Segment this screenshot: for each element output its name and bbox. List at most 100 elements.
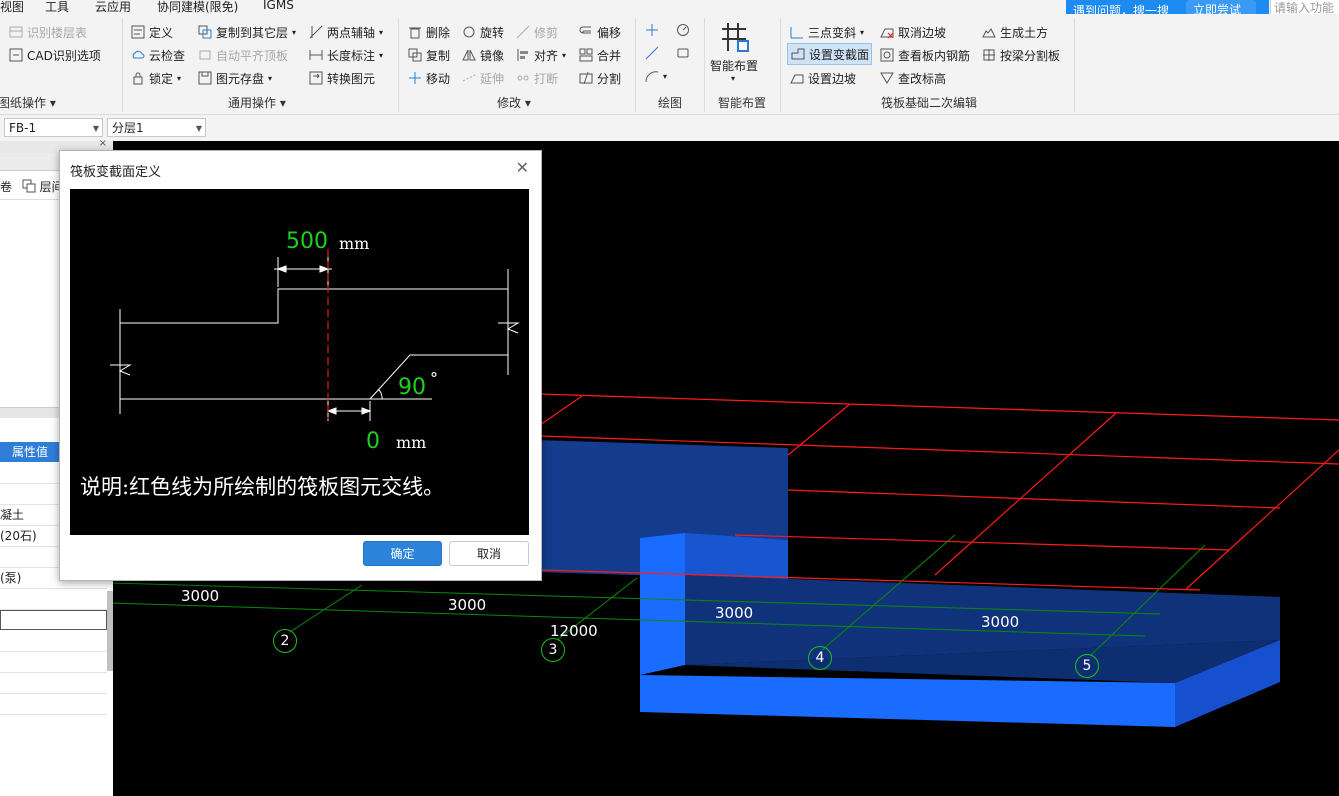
axis-marker: 4: [808, 646, 832, 670]
two-point-axis-button[interactable]: 两点辅轴 ▾: [308, 22, 383, 42]
copy-icon: [407, 47, 423, 63]
convert-element-label: 转换图元: [327, 71, 376, 86]
sublayer-select[interactable]: 分层1 ▼: [107, 118, 206, 137]
copy-to-layer-button[interactable]: 复制到其它层 ▾: [197, 22, 296, 42]
close-icon[interactable]: ×: [99, 138, 107, 149]
split-button[interactable]: 分割: [578, 68, 621, 88]
save-element-button[interactable]: 图元存盘 ▾: [197, 68, 272, 88]
cad-options-button[interactable]: CAD识别选项: [8, 45, 101, 65]
arc-icon: [644, 68, 660, 84]
extend-button[interactable]: 延伸: [461, 68, 504, 88]
draw-rect-button[interactable]: [675, 43, 694, 63]
axis-icon: [308, 24, 324, 40]
property-row[interactable]: [0, 631, 107, 652]
length-dim-button[interactable]: 长度标注 ▾: [308, 45, 383, 65]
elevation-icon: [879, 70, 895, 86]
top-offset-value[interactable]: 500: [286, 229, 328, 254]
axis-marker: 5: [1075, 654, 1099, 678]
trim-button[interactable]: 修剪: [515, 22, 558, 42]
element-select[interactable]: FB-1 ▼: [4, 118, 103, 137]
draw-arc-button[interactable]: ▾: [644, 66, 667, 86]
divider: [398, 18, 399, 112]
property-row[interactable]: [0, 610, 107, 630]
save-icon: [197, 70, 213, 86]
modify-elevation-label: 查改标高: [898, 71, 947, 86]
recognize-floor-table-button[interactable]: 识别楼层表: [8, 22, 87, 42]
lock-label: 锁定: [149, 71, 174, 86]
property-value: (泵): [0, 571, 22, 585]
break-button[interactable]: 打断: [515, 68, 558, 88]
cancel-button[interactable]: 取消: [449, 541, 529, 566]
rotate-button[interactable]: 旋转: [461, 22, 504, 42]
convert-element-button[interactable]: 转换图元: [308, 68, 375, 88]
save-element-label: 图元存盘: [216, 71, 265, 86]
ok-button[interactable]: 确定: [363, 541, 442, 566]
rebar-icon: [879, 47, 895, 63]
delete-label: 删除: [426, 25, 451, 40]
menu-view[interactable]: 视图: [0, 0, 24, 15]
smart-layout-button[interactable]: 智能布置 ▾: [710, 19, 760, 89]
set-variable-section-button[interactable]: 设置变截面: [787, 43, 873, 65]
property-row[interactable]: [0, 589, 107, 610]
merge-button[interactable]: 合并: [578, 45, 621, 65]
align-button[interactable]: 对齐 ▾: [515, 45, 566, 65]
split-by-beam-button[interactable]: 按梁分割板: [981, 45, 1060, 65]
menu-tools[interactable]: 工具: [45, 0, 69, 15]
axis-marker-label: 5: [1082, 658, 1092, 674]
mirror-label: 镜像: [480, 48, 505, 63]
mirror-button[interactable]: 镜像: [461, 45, 504, 65]
group-modify-label: 修改: [497, 96, 522, 110]
property-row[interactable]: [0, 652, 107, 673]
merge-icon: [578, 47, 594, 63]
chevron-down-icon: ▾: [268, 73, 273, 83]
lock-button[interactable]: 锁定 ▾: [130, 68, 181, 88]
dimension-icon: [308, 47, 324, 63]
trim-label: 修剪: [534, 25, 559, 40]
merge-label: 合并: [597, 48, 622, 63]
define-label: 定义: [149, 25, 174, 40]
delete-button[interactable]: 删除: [407, 22, 450, 42]
draw-line-button[interactable]: [644, 43, 663, 63]
align-top-icon: [197, 47, 213, 63]
property-row[interactable]: [0, 673, 107, 694]
chevron-down-icon: ▾: [379, 27, 384, 37]
rotate-label: 旋转: [480, 25, 505, 40]
modify-elevation-button[interactable]: 查改标高: [879, 68, 946, 88]
bottom-offset-value[interactable]: 0: [366, 429, 380, 454]
property-row[interactable]: [0, 694, 107, 715]
floor-tab[interactable]: 卷 层间: [0, 178, 64, 198]
generate-earthwork-button[interactable]: 生成土方: [981, 22, 1048, 42]
table-icon: [8, 24, 24, 40]
close-icon[interactable]: ✕: [516, 158, 529, 177]
menu-cloud[interactable]: 云应用: [95, 0, 131, 15]
variable-section-dialog: 筏板变截面定义 ✕ 500 mm 90 ° 0 mm 说明:红色线为所绘制的筏板…: [59, 150, 542, 581]
define-button[interactable]: 定义: [130, 22, 173, 42]
auto-align-top-button[interactable]: 自动平齐顶板: [197, 45, 288, 65]
sublayer-select-value: 分层1: [112, 121, 144, 135]
axis-marker-label: 3: [548, 642, 558, 658]
cloud-check-button[interactable]: 云检查: [130, 45, 185, 65]
menu-collab[interactable]: 协同建模(限免): [157, 0, 238, 15]
raft-slab-step: [640, 533, 685, 675]
move-label: 移动: [426, 71, 451, 86]
copy-button[interactable]: 复制: [407, 45, 450, 65]
set-side-slope-button[interactable]: 设置边坡: [789, 68, 856, 88]
view-rebar-button[interactable]: 查看板内钢筋: [879, 45, 970, 65]
axis-marker: 2: [273, 629, 297, 653]
smart-layout-icon: [718, 21, 750, 56]
group-raft-edit-label: 筏板基础二次编辑: [881, 96, 978, 110]
draw-point-button[interactable]: [644, 20, 663, 40]
three-point-slope-button[interactable]: 三点变斜 ▾: [789, 22, 864, 42]
point-icon: [644, 22, 660, 38]
generate-earthwork-label: 生成土方: [1000, 25, 1049, 40]
offset-button[interactable]: 偏移: [578, 22, 621, 42]
angle-value[interactable]: 90: [398, 375, 426, 400]
length-dim-label: 长度标注: [327, 48, 376, 63]
cancel-side-slope-button[interactable]: 取消边坡: [879, 22, 946, 42]
draw-circle-button[interactable]: [675, 20, 694, 40]
move-button[interactable]: 移动: [407, 68, 450, 88]
menu-igms[interactable]: IGMS: [263, 0, 294, 12]
recognize-floor-table-label: 识别楼层表: [27, 25, 88, 40]
convert-icon: [308, 70, 324, 86]
earthwork-icon: [981, 24, 997, 40]
